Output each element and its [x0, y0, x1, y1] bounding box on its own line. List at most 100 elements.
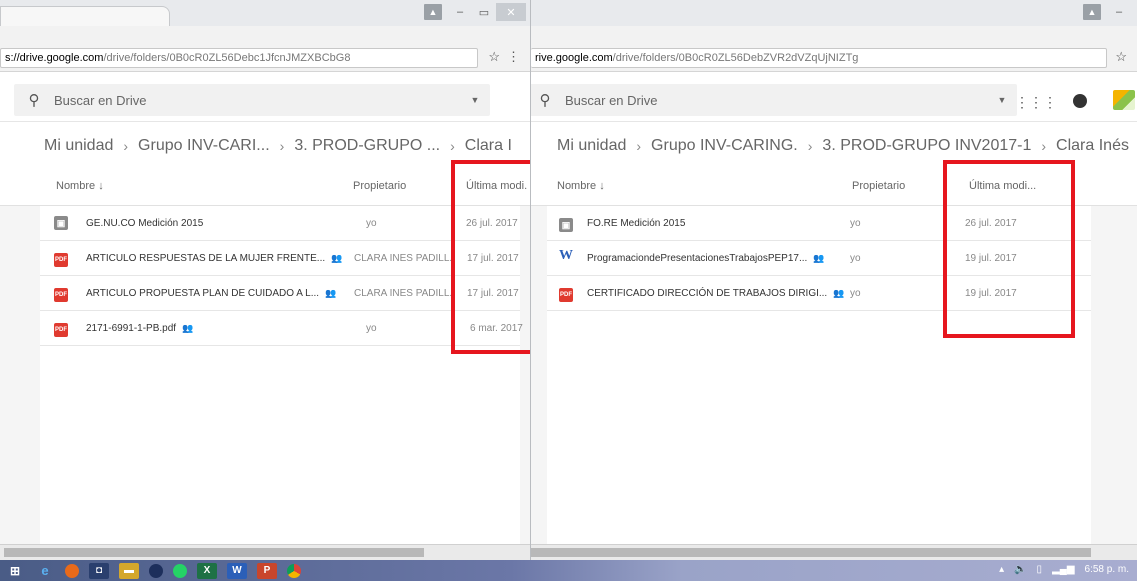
media-icon[interactable]: [149, 563, 163, 578]
breadcrumb-item[interactable]: Grupo INV-CARI...: [138, 137, 270, 155]
search-options-icon[interactable]: ▼: [460, 95, 490, 105]
table-row[interactable]: PDF ARTICULO RESPUESTAS DE LA MUJER FREN…: [40, 241, 520, 276]
file-owner: yo: [850, 288, 861, 299]
clock[interactable]: 6:58 p. m.: [1085, 564, 1129, 575]
file-explorer-icon[interactable]: ▬: [119, 562, 139, 579]
windows-taskbar: ⊞ e ◘ ▬ X W P ▴ 🔈 ▯ ▂▄▆ 6:58 p. m.: [0, 560, 1137, 581]
table-row[interactable]: PDF 2171-6991-1-PB.pdf 👥 yo 6 mar. 2017: [40, 311, 523, 346]
file-modified: 26 jul. 2017: [466, 218, 518, 229]
browser-tab[interactable]: [0, 6, 170, 26]
bookmark-star-icon[interactable]: ☆: [488, 49, 500, 65]
search-input[interactable]: ⚲ Buscar en Drive ▼: [531, 84, 1017, 116]
notifications-icon[interactable]: [1073, 94, 1087, 108]
folder-icon: ▣: [559, 218, 573, 232]
toolbar-strip: [0, 26, 530, 44]
col-owner[interactable]: Propietario: [852, 180, 905, 192]
file-owner: yo: [850, 218, 861, 229]
col-name[interactable]: Nombre ↓: [56, 180, 104, 192]
whatsapp-icon[interactable]: [173, 563, 187, 578]
excel-icon[interactable]: X: [197, 562, 217, 579]
search-options-icon[interactable]: ▼: [987, 95, 1017, 105]
bookmark-star-icon[interactable]: ☆: [1115, 49, 1127, 65]
col-name[interactable]: Nombre ↓: [557, 180, 605, 192]
volume-icon[interactable]: 🔈: [1014, 564, 1026, 575]
horizontal-scrollbar[interactable]: [531, 544, 1137, 560]
battery-icon[interactable]: ▯: [1037, 564, 1043, 575]
breadcrumb-item[interactable]: 3. PROD-GRUPO ...: [294, 137, 440, 155]
breadcrumb: Mi unidad › Grupo INV-CARI... › 3. PROD-…: [0, 132, 530, 160]
breadcrumb: Mi unidad › Grupo INV-CARING. › 3. PROD-…: [531, 132, 1137, 160]
address-bar: rive.google.com/drive/folders/0B0cR0ZL56…: [531, 44, 1137, 72]
title-bar[interactable]: ▲ – ▭ ✕: [0, 0, 530, 26]
horizontal-scrollbar[interactable]: [0, 544, 530, 560]
user-icon[interactable]: ▲: [1083, 4, 1101, 20]
firefox-icon[interactable]: [65, 563, 79, 578]
menu-dots-icon[interactable]: ⋮: [507, 49, 520, 65]
word-icon[interactable]: W: [227, 562, 247, 579]
table-row[interactable]: PDF CERTIFICADO DIRECCIÓN DE TRABAJOS DI…: [547, 276, 1091, 311]
empty-list-area: [40, 346, 520, 544]
word-icon: W: [559, 248, 573, 263]
account-logo-icon[interactable]: [1113, 90, 1135, 110]
url-input[interactable]: rive.google.com/drive/folders/0B0cR0ZL56…: [531, 48, 1107, 68]
tray-arrow-icon[interactable]: ▴: [999, 564, 1004, 575]
user-icon[interactable]: ▲: [424, 4, 442, 20]
apps-grid-icon[interactable]: ⋮⋮⋮: [1015, 94, 1057, 111]
table-row[interactable]: W ProgramaciondePresentacionesTrabajosPE…: [547, 241, 1091, 276]
scrollbar-thumb[interactable]: [531, 548, 1091, 557]
pdf-icon: PDF: [559, 288, 573, 302]
file-name-text: ARTICULO PROPUESTA PLAN DE CUIDADO A L..…: [86, 288, 320, 299]
maximize-button[interactable]: ▭: [472, 3, 496, 21]
table-row[interactable]: ▣ GE.NU.CO Medición 2015 yo 26 jul. 2017: [40, 206, 520, 241]
breadcrumb-item[interactable]: Mi unidad: [557, 137, 626, 155]
table-row[interactable]: ▣ FO.RE Medición 2015 yo 26 jul. 2017: [547, 206, 1091, 241]
empty-list-area: [547, 311, 1091, 544]
chevron-right-icon: ›: [807, 138, 813, 154]
file-modified: 26 jul. 2017: [965, 218, 1017, 229]
title-bar[interactable]: ▲ – ▭: [531, 0, 1137, 26]
file-name: ProgramaciondePresentacionesTrabajosPEP1…: [587, 253, 825, 264]
store-icon[interactable]: ◘: [89, 562, 109, 579]
file-name-text: ARTICULO RESPUESTAS DE LA MUJER FRENTE..…: [86, 253, 326, 264]
chevron-right-icon: ›: [450, 138, 455, 154]
breadcrumb-item[interactable]: Clara Inés: [1056, 137, 1129, 155]
breadcrumb-item[interactable]: Grupo INV-CARING.: [651, 137, 798, 155]
ie-icon[interactable]: e: [35, 563, 55, 579]
file-modified: 17 jul. 2017: [467, 253, 519, 264]
windows-start-icon[interactable]: ⊞: [5, 563, 25, 579]
col-modified[interactable]: Última modi.: [466, 180, 527, 192]
drive-window-left: ▲ – ▭ ✕ s://drive.google.com/drive/folde…: [0, 0, 531, 560]
tab-strip[interactable]: [0, 0, 180, 26]
drive-window-right: ▲ – ▭ rive.google.com/drive/folders/0B0c…: [531, 0, 1137, 560]
minimize-button[interactable]: –: [448, 3, 472, 21]
file-owner: CLARA INES PADILL.: [354, 253, 453, 264]
pdf-icon: PDF: [54, 323, 68, 337]
file-name: 2171-6991-1-PB.pdf 👥: [86, 323, 193, 334]
signal-icon[interactable]: ▂▄▆: [1052, 564, 1074, 575]
file-owner: yo: [366, 218, 377, 229]
powerpoint-icon[interactable]: P: [257, 562, 277, 579]
shared-icon: 👥: [813, 253, 825, 263]
close-button[interactable]: ✕: [496, 3, 526, 21]
breadcrumb-item[interactable]: 3. PROD-GRUPO INV2017-1: [822, 137, 1031, 155]
file-list: Nombre ↓ Propietario Última modi... ▣ FO…: [531, 166, 1137, 544]
sort-arrow-icon: ↓: [98, 180, 104, 192]
file-name-text: 2171-6991-1-PB.pdf: [86, 323, 177, 334]
address-bar: s://drive.google.com/drive/folders/0B0cR…: [0, 44, 530, 72]
breadcrumb-item[interactable]: Mi unidad: [44, 137, 113, 155]
search-input[interactable]: ⚲ Buscar en Drive ▼: [14, 84, 490, 116]
search-icon[interactable]: ⚲: [531, 91, 565, 109]
scrollbar-thumb[interactable]: [4, 548, 424, 557]
file-name: CERTIFICADO DIRECCIÓN DE TRABAJOS DIRIGI…: [587, 288, 844, 299]
table-row[interactable]: PDF ARTICULO PROPUESTA PLAN DE CUIDADO A…: [40, 276, 520, 311]
search-icon[interactable]: ⚲: [14, 91, 54, 109]
chrome-icon[interactable]: [287, 563, 301, 578]
col-owner[interactable]: Propietario: [353, 180, 406, 192]
maximize-button[interactable]: ▭: [1131, 3, 1137, 21]
url-input[interactable]: s://drive.google.com/drive/folders/0B0cR…: [0, 48, 478, 68]
file-owner: CLARA INES PADILL.: [354, 288, 453, 299]
breadcrumb-item[interactable]: Clara I: [465, 137, 512, 155]
col-modified[interactable]: Última modi...: [969, 180, 1036, 192]
minimize-button[interactable]: –: [1107, 3, 1131, 21]
file-rows: ▣ GE.NU.CO Medición 2015 yo 26 jul. 2017…: [40, 206, 523, 346]
